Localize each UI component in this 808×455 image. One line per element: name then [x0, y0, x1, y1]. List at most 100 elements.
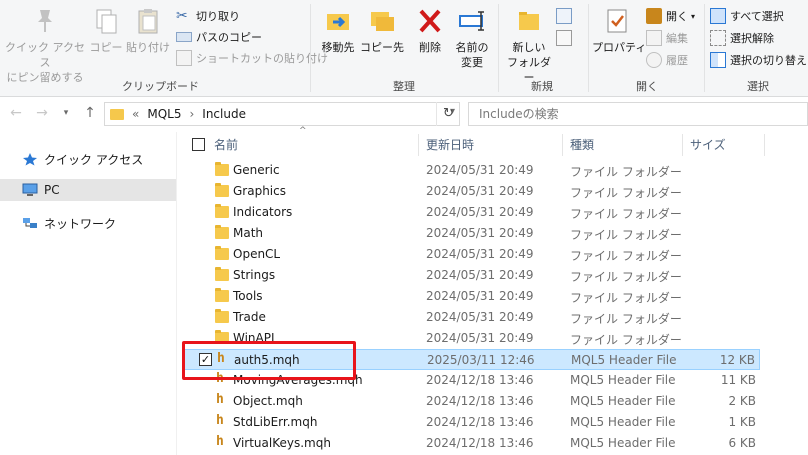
file-name: Trade: [233, 310, 266, 324]
select-all-button[interactable]: すべて選択: [710, 6, 784, 26]
folder-row[interactable]: Graphics 2024/05/31 20:49 ファイル フォルダー: [184, 181, 760, 202]
folder-icon: [215, 309, 229, 323]
breadcrumb-separator-icon: ›: [189, 107, 195, 121]
nav-item-network[interactable]: ネットワーク: [0, 212, 176, 234]
up-button[interactable]: ↑: [82, 104, 98, 122]
nav-item-pc[interactable]: PC: [0, 179, 176, 201]
pin-quick-access-button[interactable]: クイック アクセス にピン留めする: [4, 6, 86, 85]
column-separator[interactable]: [562, 134, 563, 156]
breadcrumb-include[interactable]: Include: [202, 107, 246, 121]
paste-button[interactable]: 貼り付け: [126, 6, 170, 55]
file-type: MQL5 Header File: [570, 436, 676, 450]
refresh-icon: ↻: [443, 106, 454, 121]
history-button[interactable]: 履歴: [646, 50, 688, 70]
file-row[interactable]: h VirtualKeys.mqh 2024/12/18 13:46 MQL5 Hea…: [184, 433, 760, 454]
breadcrumb-mql5[interactable]: MQL5: [147, 107, 181, 121]
folder-row[interactable]: Strings 2024/05/31 20:49 ファイル フォルダー: [184, 265, 760, 286]
file-type: ファイル フォルダー: [570, 165, 682, 179]
column-separator[interactable]: [682, 134, 683, 156]
paste-shortcut-button[interactable]: ショートカットの貼り付け: [176, 48, 328, 68]
file-type: MQL5 Header File: [570, 394, 676, 408]
back-button[interactable]: ←: [8, 104, 24, 122]
select-all-checkbox[interactable]: [192, 138, 205, 151]
properties-button[interactable]: プロパティ: [592, 6, 646, 55]
address-bar[interactable]: « MQL5 › Include ▾: [104, 102, 460, 126]
edit-label: 編集: [666, 32, 688, 45]
folder-row[interactable]: Tools 2024/05/31 20:49 ファイル フォルダー: [184, 286, 760, 307]
invert-selection-label: 選択の切り替え: [730, 54, 807, 67]
copy-button[interactable]: コピー: [88, 6, 124, 55]
history-label: 履歴: [666, 54, 688, 67]
paste-label: 貼り付け: [126, 41, 170, 54]
delete-button[interactable]: 削除: [412, 6, 448, 55]
new-folder-button[interactable]: 新しい フォルダー: [504, 6, 554, 85]
rename-label: 名前の 変更: [455, 41, 489, 69]
dropdown-arrow-icon: ▾: [691, 11, 696, 21]
invert-selection-button[interactable]: 選択の切り替え: [710, 50, 807, 70]
ribbon: クイック アクセス にピン留めする コピー 貼り付け ✂ 切り取り パスのコピー…: [0, 0, 808, 97]
copy-path-button[interactable]: パスのコピー: [176, 27, 262, 47]
refresh-button[interactable]: ↻: [436, 102, 460, 126]
select-group-label: 選択: [747, 80, 769, 93]
file-row[interactable]: h StdLibErr.mqh 2024/12/18 13:46 MQL5 Heade…: [184, 412, 760, 433]
file-date: 2024/05/31 20:49: [426, 310, 534, 324]
path-icon: [176, 32, 192, 42]
file-row[interactable]: h MovingAverages.mqh 2024/12/18 13:46 MQL5 …: [184, 370, 760, 391]
new-group-label: 新規: [531, 80, 553, 93]
forward-button[interactable]: →: [34, 104, 50, 122]
folder-row[interactable]: Generic 2024/05/31 20:49 ファイル フォルダー: [184, 160, 760, 181]
folder-row[interactable]: Indicators 2024/05/31 20:49 ファイル フォルダー: [184, 202, 760, 223]
file-date: 2024/05/31 20:49: [426, 226, 534, 240]
rename-button[interactable]: 名前の 変更: [452, 6, 492, 70]
move-to-button[interactable]: 移動先: [318, 6, 358, 55]
column-header-date[interactable]: 更新日時: [426, 132, 474, 156]
column-header-name[interactable]: 名前: [214, 132, 238, 156]
edit-button[interactable]: 編集: [646, 28, 688, 48]
file-row[interactable]: ✓ h auth5.mqh 2025/03/11 12:46 MQL5 Header F…: [184, 349, 760, 370]
file-row[interactable]: h Object.mqh 2024/12/18 13:46 MQL5 Header F…: [184, 391, 760, 412]
folder-icon: [110, 108, 124, 120]
file-name: Indicators: [233, 205, 293, 219]
clipboard-group-label: クリップボード: [122, 80, 199, 93]
nav-item-quick-access[interactable]: クイック アクセス: [0, 148, 176, 170]
open-button[interactable]: 開く ▾: [646, 6, 695, 26]
file-date: 2024/05/31 20:49: [426, 289, 534, 303]
header-file-icon: h: [216, 392, 224, 407]
file-date: 2024/12/18 13:46: [426, 415, 534, 429]
ribbon-divider: [310, 4, 311, 92]
new-item-icon: [556, 8, 572, 24]
copy-to-button[interactable]: コピー先: [360, 6, 404, 55]
network-icon: [23, 218, 37, 228]
column-separator[interactable]: [418, 134, 419, 156]
column-header-type[interactable]: 種類: [570, 132, 594, 156]
cut-button[interactable]: ✂ 切り取り: [176, 6, 240, 26]
column-separator[interactable]: [764, 134, 765, 156]
edit-icon: [646, 30, 662, 46]
folder-row[interactable]: Trade 2024/05/31 20:49 ファイル フォルダー: [184, 307, 760, 328]
select-none-icon: [710, 30, 726, 46]
file-date: 2024/05/31 20:49: [426, 247, 534, 261]
nav-label-quick-access: クイック アクセス: [44, 152, 144, 167]
header-file-icon: h: [216, 434, 224, 449]
file-size: 6 KB: [728, 436, 756, 450]
row-checkbox[interactable]: ✓: [199, 353, 212, 366]
select-none-button[interactable]: 選択解除: [710, 28, 774, 48]
file-type: ファイル フォルダー: [570, 249, 682, 263]
new-item-button[interactable]: [556, 6, 576, 26]
folder-row[interactable]: Math 2024/05/31 20:49 ファイル フォルダー: [184, 223, 760, 244]
column-header-size[interactable]: サイズ: [690, 132, 726, 156]
search-input[interactable]: Includeの検索: [468, 102, 808, 126]
folder-row[interactable]: OpenCL 2024/05/31 20:49 ファイル フォルダー: [184, 244, 760, 265]
breadcrumb-overflow[interactable]: «: [132, 107, 139, 121]
file-name: Tools: [233, 289, 263, 303]
history-icon: [646, 52, 662, 68]
paste-shortcut-label: ショートカットの貼り付け: [196, 52, 328, 65]
easy-access-button[interactable]: [556, 28, 576, 48]
copy-icon: [96, 9, 117, 34]
ribbon-divider: [498, 4, 499, 92]
folder-row[interactable]: WinAPI 2024/05/31 20:49 ファイル フォルダー: [184, 328, 760, 349]
copy-label: コピー: [89, 41, 123, 54]
recent-locations-button[interactable]: ▾: [58, 104, 74, 122]
folder-icon: [215, 288, 229, 302]
header-file-icon: h: [216, 413, 224, 428]
